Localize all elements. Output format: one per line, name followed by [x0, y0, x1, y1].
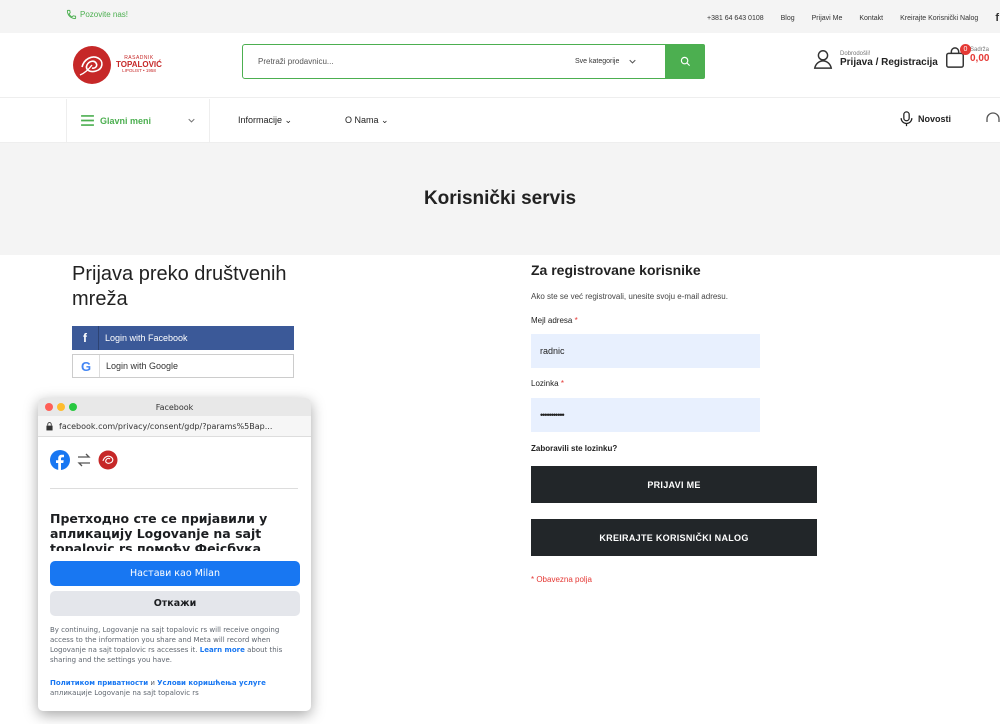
cart-amount: 0,00 — [970, 53, 990, 64]
registered-login-form: Za registrovane korisnike Ako ste se već… — [531, 262, 831, 584]
page-banner: Korisnički servis — [0, 143, 1000, 255]
page-title: Korisnički servis — [423, 188, 577, 209]
top-links: +381 64 643 0108 Blog Prijavi Me Kontakt… — [707, 12, 1000, 24]
email-field[interactable]: radnic — [531, 334, 760, 368]
chevron-down-icon — [188, 118, 195, 123]
cart[interactable]: 0 Sadrža 0,00 — [944, 44, 990, 69]
login-register-link[interactable]: Prijava / Registracija — [840, 57, 938, 68]
contact-link[interactable]: Kontakt — [859, 15, 883, 22]
registered-subtitle: Ako ste se već registrovali, unesite svo… — [531, 292, 728, 301]
app-logos — [50, 450, 118, 470]
login-with-facebook-button[interactable]: f Login with Facebook — [72, 326, 294, 350]
login-button[interactable]: PRIJAVI ME — [531, 466, 817, 503]
category-select[interactable]: Sve kategorije — [575, 58, 665, 65]
main-menu-label: Glavni meni — [100, 115, 152, 126]
facebook-button-label: Login with Facebook — [105, 333, 188, 343]
continue-as-button[interactable]: Настави као Milan — [50, 561, 300, 586]
microphone-icon — [900, 111, 913, 127]
privacy-policy-link[interactable]: Политиком приватности — [50, 679, 148, 687]
minimize-window-button[interactable] — [57, 403, 65, 411]
password-field[interactable]: ••••••••••• — [531, 398, 760, 432]
exchange-icon — [77, 453, 91, 467]
main-nav: Glavni meni Informacije ⌄ O Nama ⌄ Novos… — [0, 99, 1000, 143]
maximize-window-button[interactable] — [69, 403, 77, 411]
category-select-value: Sve kategorije — [575, 58, 620, 65]
header: RASADNIK TOPALOVIĆ LIPOLIST • 1958 Pretr… — [0, 33, 1000, 98]
search-button[interactable] — [665, 44, 705, 79]
nav-item-informacije[interactable]: Informacije ⌄ — [238, 115, 292, 126]
popup-titlebar: Facebook — [38, 398, 311, 416]
login-link[interactable]: Prijavi Me — [812, 15, 843, 22]
terms-of-service-link[interactable]: Услови коришћења услуге — [157, 679, 266, 687]
lock-icon — [46, 421, 53, 430]
top-bar: Pozovite nas! +381 64 643 0108 Blog Prij… — [0, 0, 1000, 33]
forgot-password-link[interactable]: Zaboravili ste lozinku? — [531, 444, 617, 453]
news-label: Novosti — [918, 114, 952, 124]
popup-url: facebook.com/privacy/consent/gdp/?params… — [59, 421, 273, 431]
google-icon: G — [73, 355, 100, 377]
logo-text: RASADNIK TOPALOVIĆ LIPOLIST • 1958 — [116, 56, 162, 74]
create-account-link[interactable]: Kreirajte Korisnički Nalog — [900, 15, 978, 22]
facebook-icon: f — [72, 326, 99, 350]
call-us-link[interactable]: Pozovite nas! — [66, 9, 128, 20]
phone-icon — [66, 9, 77, 20]
consent-fine-print: By continuing, Logovanje na sajt topalov… — [50, 626, 283, 664]
nav-item-o-nama[interactable]: O Nama ⌄ — [345, 115, 389, 126]
popup-divider — [50, 488, 298, 489]
social-login-heading: Prijava preko društvenih mreža — [72, 263, 287, 310]
facebook-logo-icon — [50, 450, 70, 470]
search-bar: Pretraži prodavnicu... Sve kategorije — [242, 44, 705, 79]
blog-link[interactable]: Blog — [781, 15, 795, 22]
popup-window-title: Facebook — [155, 402, 194, 412]
account-link[interactable]: Dobrodošli! Prijava / Registracija — [812, 48, 938, 70]
headset-icon[interactable] — [986, 112, 1000, 128]
search-input[interactable]: Pretraži prodavnicu... — [243, 57, 575, 66]
rose-logo-icon — [73, 46, 111, 84]
main-menu-toggle[interactable]: Glavni meni — [66, 99, 210, 142]
cart-count-badge: 0 — [960, 44, 971, 55]
popup-url-bar: facebook.com/privacy/consent/gdp/?params… — [38, 416, 311, 437]
news-link[interactable]: Novosti — [900, 111, 951, 127]
chevron-down-icon — [629, 59, 637, 64]
create-account-button[interactable]: KREIRAJTE KORISNIČKI NALOG — [531, 519, 817, 556]
google-button-label: Login with Google — [106, 361, 179, 371]
rose-logo-icon — [98, 450, 118, 470]
user-icon — [813, 50, 833, 69]
facebook-consent-popup: Facebook facebook.com/privacy/consent/gd… — [38, 398, 311, 711]
hamburger-icon — [81, 115, 94, 126]
popup-heading: Претходно сте се пријавили у апликацију … — [50, 511, 268, 551]
required-fields-note: * Obavezna polja — [531, 575, 592, 584]
site-logo[interactable]: RASADNIK TOPALOVIĆ LIPOLIST • 1958 — [72, 45, 162, 85]
call-us-label: Pozovite nas! — [80, 10, 129, 19]
facebook-icon[interactable]: f — [995, 12, 1000, 24]
cancel-button[interactable]: Откажи — [50, 591, 300, 616]
registered-heading: Za registrovane korisnike — [531, 262, 701, 278]
terms-fine-print: Политиком приватности и Услови коришћења… — [50, 679, 266, 697]
logo-line-3: LIPOLIST • 1958 — [122, 68, 156, 74]
social-login-section: Prijava preko društvenih mreža f Login w… — [72, 262, 332, 378]
password-label: Lozinka * — [531, 379, 564, 388]
phone-number[interactable]: +381 64 643 0108 — [707, 15, 764, 22]
search-icon — [680, 56, 690, 67]
close-window-button[interactable] — [45, 403, 53, 411]
learn-more-link[interactable]: Learn more — [200, 646, 245, 654]
email-label: Mejl adresa * — [531, 316, 578, 325]
login-with-google-button[interactable]: G Login with Google — [72, 354, 294, 378]
